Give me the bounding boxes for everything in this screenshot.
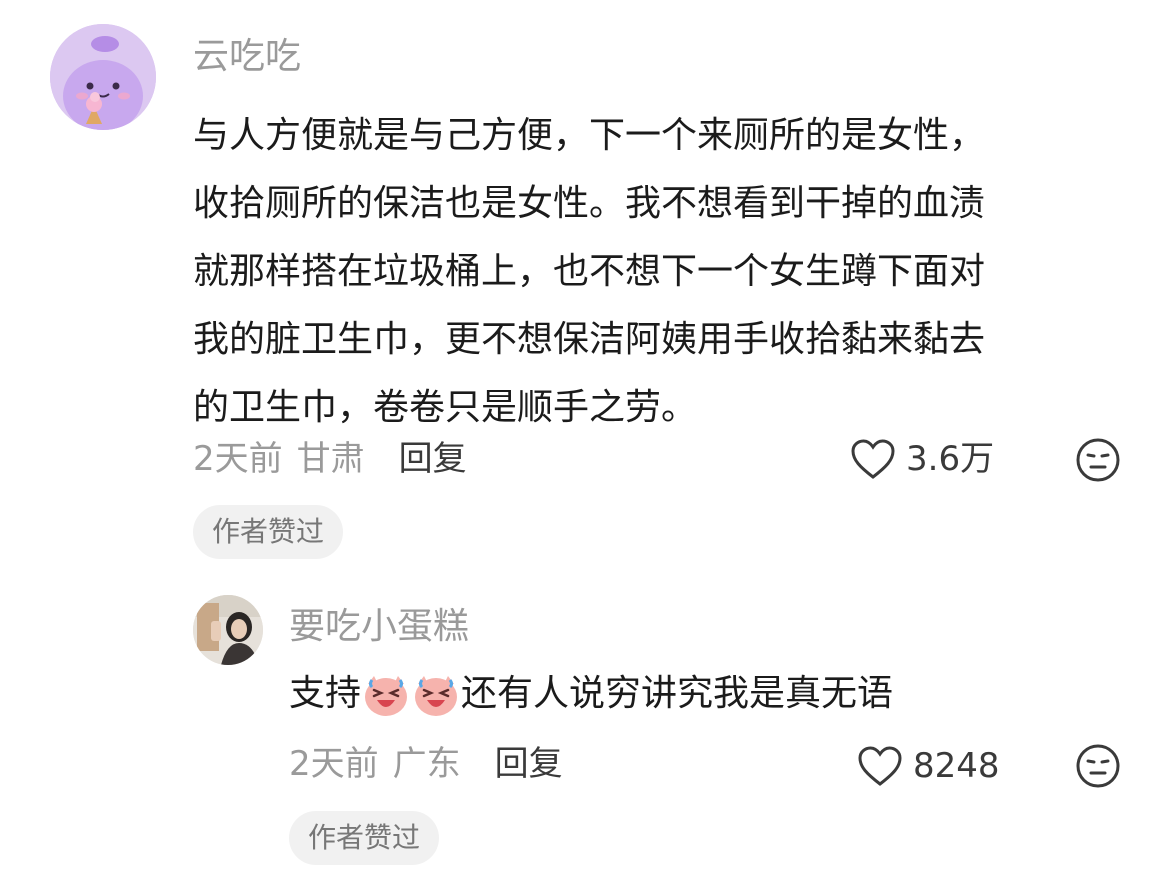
like-count: 8248: [913, 746, 1000, 786]
dislike-button[interactable]: [1075, 743, 1121, 793]
like-count: 3.6万: [906, 439, 995, 479]
dislike-button[interactable]: [1075, 437, 1121, 487]
comment-text-line: 的卫生巾，卷卷只是顺手之劳。: [193, 387, 698, 428]
timestamp: 2天前: [289, 744, 379, 784]
comment-text: 与人方便就是与己方便，下一个来厕所的是女性， 收拾厕所的保洁也是女性。我不想看到…: [193, 102, 1133, 442]
cartoon-purple-avatar-icon: [50, 24, 156, 130]
reply-button[interactable]: 回复: [495, 744, 563, 784]
location: 甘肃: [296, 439, 365, 479]
comment-text-line: 与人方便就是与己方便，下一个来厕所的是女性，: [193, 115, 986, 156]
reply-button[interactable]: 回复: [399, 439, 467, 479]
comment-text-suffix: 还有人说穷讲究我是真无语: [461, 673, 894, 714]
comment-text-line: 就那样搭在垃圾桶上，也不想下一个女生蹲下面对: [193, 251, 986, 292]
like-button[interactable]: 8248: [857, 744, 1000, 788]
photo-avatar-icon: [193, 595, 263, 665]
timestamp: 2天前: [193, 439, 283, 479]
heart-icon: [851, 439, 895, 479]
avatar[interactable]: [50, 24, 156, 130]
username[interactable]: 云吃吃: [193, 35, 301, 79]
comment-meta: 2天前 广东 回复: [289, 742, 563, 786]
heart-icon: [858, 746, 902, 786]
like-button[interactable]: 3.6万: [850, 437, 994, 481]
author-liked-badge: 作者赞过: [289, 811, 440, 865]
crying-laughing-emoji-icon: [415, 676, 458, 716]
comment-text-line: 我的脏卫生巾，更不想保洁阿姨用手收拾黏来黏去: [193, 319, 986, 360]
crying-laughing-emoji-icon: [365, 676, 408, 716]
comment-text-prefix: 支持: [289, 673, 362, 714]
author-liked-badge: 作者赞过: [193, 505, 344, 559]
comment-text: 支持 还有人说穷讲究我是真无语: [289, 664, 893, 724]
location: 广东: [392, 744, 461, 784]
comment-meta: 2天前 甘肃 回复: [193, 437, 467, 481]
comment-text-line: 收拾厕所的保洁也是女性。我不想看到干掉的血渍: [193, 183, 986, 224]
avatar[interactable]: [193, 595, 263, 665]
neutral-face-icon: [1076, 744, 1120, 788]
username[interactable]: 要吃小蛋糕: [289, 605, 469, 649]
neutral-face-icon: [1076, 438, 1120, 482]
